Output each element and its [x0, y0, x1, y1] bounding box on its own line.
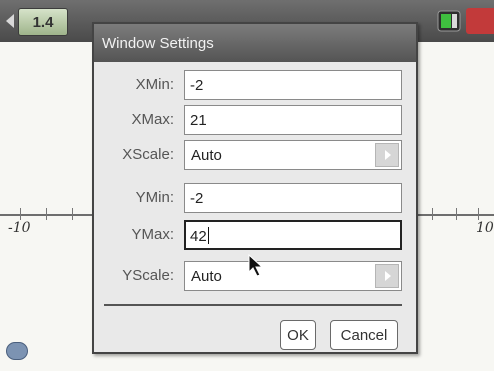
dialog-separator — [104, 304, 402, 306]
dialog-title: Window Settings — [94, 24, 416, 62]
yscale-value: Auto — [191, 268, 222, 285]
x-axis-min-label: -10 — [8, 220, 31, 236]
axis-tick — [20, 208, 21, 220]
cancel-button[interactable]: Cancel — [330, 320, 398, 350]
left-arrow-icon[interactable] — [6, 14, 14, 28]
window-settings-dialog: Window Settings XMin: -2 XMax: 21 XScale… — [92, 22, 418, 354]
xscale-value: Auto — [191, 147, 222, 164]
ymax-label: YMax: — [131, 226, 174, 243]
ok-button[interactable]: OK — [280, 320, 316, 350]
x-axis-max-label: 10 — [476, 220, 494, 236]
xmin-field[interactable]: -2 — [184, 70, 402, 100]
xscale-select[interactable]: Auto — [184, 140, 402, 170]
yscale-dropdown-arrow-icon[interactable] — [375, 264, 399, 288]
battery-icon — [437, 10, 461, 32]
close-doc-icon[interactable] — [466, 8, 494, 34]
yscale-label: YScale: — [122, 267, 174, 284]
yscale-select[interactable]: Auto — [184, 261, 402, 291]
menu-icon[interactable] — [6, 342, 28, 360]
xmax-label: XMax: — [131, 111, 174, 128]
ymin-label: YMin: — [135, 189, 174, 206]
axis-tick — [46, 208, 47, 220]
xmin-label: XMin: — [135, 76, 174, 93]
mouse-cursor-icon — [248, 254, 264, 277]
ymin-field[interactable]: -2 — [184, 183, 402, 213]
xscale-dropdown-arrow-icon[interactable] — [375, 143, 399, 167]
axis-tick — [478, 208, 479, 220]
ymax-field[interactable]: 42 — [184, 220, 402, 250]
axis-tick — [72, 208, 73, 220]
ymax-value: 42 — [190, 228, 207, 245]
text-caret — [207, 227, 209, 244]
axis-tick — [456, 208, 457, 220]
page-tab[interactable]: 1.4 — [18, 8, 68, 36]
xscale-label: XScale: — [122, 146, 174, 163]
axis-tick — [432, 208, 433, 220]
xmax-field[interactable]: 21 — [184, 105, 402, 135]
